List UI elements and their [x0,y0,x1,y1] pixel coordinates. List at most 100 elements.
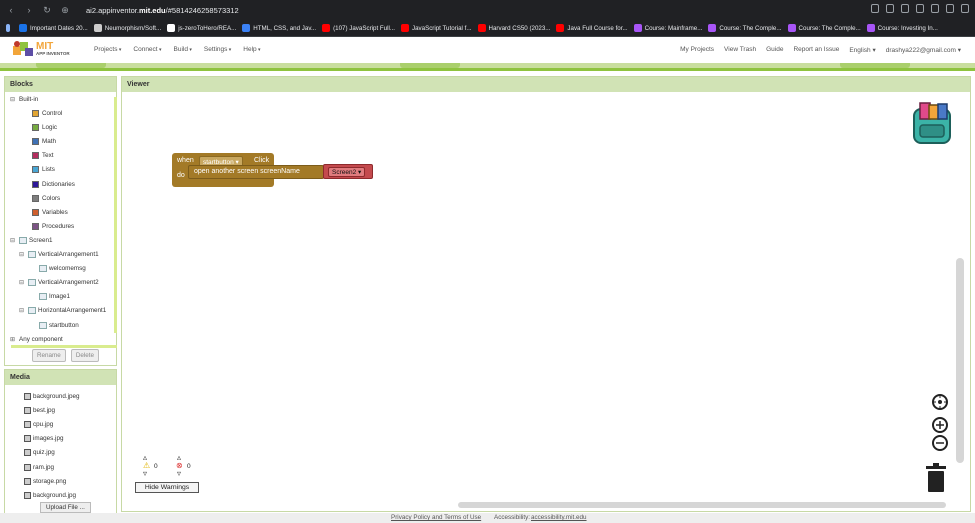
builtin-control[interactable]: Control [32,110,62,117]
warning-down-arrow[interactable]: ▿ [143,469,147,478]
header-link[interactable]: View Trash [724,46,756,54]
bookmark-item[interactable]: js-zeroToHero/REA... [167,24,236,32]
bookmark-item[interactable]: Neumorphism/Soft... [93,24,161,32]
collapse-toggle-icon[interactable]: ⊟ [19,279,24,286]
toolbar-tab[interactable] [400,63,460,68]
delete-button[interactable]: Delete [70,349,100,362]
backpack-icon[interactable] [908,101,958,147]
tree-item-builtin[interactable]: ⊟ Built-in [10,96,38,103]
workspace-horizontal-scrollbar[interactable] [458,502,946,508]
blocks-hscrollbar[interactable] [11,345,117,348]
builtin-logic[interactable]: Logic [32,124,57,132]
expand-toggle-icon[interactable]: ⊞ [10,336,15,343]
tree-item-component[interactable]: welcomemsg [39,265,86,273]
open-screen-block[interactable]: open another screen screenName [188,165,324,179]
image-file-icon [24,477,31,485]
tree-item-component[interactable]: ⊟ HorizontalArrangement1 [19,307,106,315]
builtin-lists[interactable]: Lists [32,166,55,174]
builtin-variables[interactable]: Variables [32,208,68,216]
collapse-toggle-icon[interactable]: ⊟ [19,251,24,258]
menu-build[interactable]: Build [174,46,192,53]
toolbar-tab[interactable] [36,63,106,68]
screen-name-dropdown[interactable]: Screen2 ▾ [328,167,366,177]
site-info-icon[interactable]: ⊕ [58,3,72,17]
zoom-in-icon[interactable] [932,417,948,433]
blocks-workspace[interactable]: when startbutton ▾ Click do open another… [122,93,970,511]
camera-icon[interactable] [886,4,894,13]
bookmark-item[interactable]: Java Full Course for... [556,24,628,32]
profile-icon[interactable] [946,4,954,13]
upload-file-button[interactable]: Upload File ... [40,502,91,513]
extension-icon[interactable] [931,4,939,13]
address-field[interactable]: ai2.appinventor.mit.edu/#581424625857331… [86,6,239,15]
rename-button[interactable]: Rename [32,349,66,362]
menu-settings[interactable]: Settings [204,46,231,53]
media-file-item[interactable]: quiz.jpg [24,449,55,457]
toolbar-tab[interactable] [840,63,910,68]
builtin-dictionaries[interactable]: Dictionaries [32,180,75,188]
tree-item-component[interactable]: Image1 [39,293,70,301]
header-link[interactable]: Report an Issue [793,46,839,54]
header-link[interactable]: Guide [766,46,783,54]
bookmark-item[interactable]: Course: Investing In... [866,24,938,32]
bookmark-item[interactable]: JavaScript Tutorial f... [401,24,472,32]
media-file-item[interactable]: storage.png [24,477,66,485]
tree-item-screen1[interactable]: ⊟ Screen1 [10,237,53,244]
back-icon[interactable]: ‹ [4,3,18,17]
bookmark-item[interactable]: HTML, CSS, and Jav... [242,24,316,32]
header-link[interactable]: My Projects [680,46,714,54]
tree-item-any-component[interactable]: ⊞ Any component [10,336,63,343]
collapse-toggle-icon[interactable]: ⊟ [10,96,15,103]
media-file-item[interactable]: images.jpg [24,435,64,443]
blocks-scrollbar[interactable] [114,97,117,333]
tree-item-component[interactable]: ⊟ VerticalArrangement2 [19,279,99,287]
bookmark-favicon-icon [401,24,410,32]
header-link[interactable]: English ▾ [849,46,875,54]
extension-icon[interactable] [901,4,909,13]
media-file-name: images.jpg [33,435,64,443]
blocks-panel: Blocks ⊟ Built-in Control Logic Math Text List… [4,76,117,366]
apps-grid-icon[interactable] [6,24,13,32]
privacy-link[interactable]: Privacy Policy and Terms of Use [391,514,481,521]
extension-icon[interactable] [916,4,924,13]
accessibility-link[interactable]: accessibility.mit.edu [531,514,587,521]
bookmark-item[interactable]: Harvard CS50 (2023... [477,24,550,32]
forward-icon[interactable]: › [22,3,36,17]
media-file-item[interactable]: best.jpg [24,407,55,415]
hide-warnings-button[interactable]: Hide Warnings [135,482,199,493]
tree-item-component[interactable]: startbutton [39,321,79,329]
media-file-item[interactable]: background.jpeg [24,393,80,400]
builtin-colors[interactable]: Colors [32,194,60,202]
media-file-item[interactable]: background.jpg [24,491,76,499]
screen-name-block[interactable]: Screen2 ▾ [323,164,373,179]
bookmark-item[interactable]: (107) JavaScript Full... [322,24,395,32]
extension-icon[interactable] [871,4,879,13]
app-inventor-logo[interactable]: MIT APP INVENTOR [12,40,70,58]
workspace-vertical-scrollbar[interactable] [956,258,964,463]
collapse-toggle-icon[interactable]: ⊟ [10,237,15,244]
trash-icon[interactable] [924,463,948,493]
bookmark-item[interactable]: Course: The Comple... [787,24,861,32]
bookmark-item[interactable]: Course: Mainframe... [633,24,702,32]
component-icon [39,293,47,301]
media-file-name: quiz.jpg [33,449,55,457]
tree-item-label: Lists [42,166,55,174]
menu-help[interactable]: Help [243,46,260,53]
menu-icon[interactable] [961,4,969,13]
builtin-text[interactable]: Text [32,152,54,160]
menu-connect[interactable]: Connect [133,46,161,53]
menu-projects[interactable]: Projects [94,46,121,53]
collapse-toggle-icon[interactable]: ⊟ [19,307,24,314]
bookmark-item[interactable]: Important Dates 20... [19,24,88,32]
recenter-icon[interactable] [932,394,948,410]
header-link[interactable]: drashya222@gmail.com ▾ [886,46,961,54]
media-file-item[interactable]: ram.jpg [24,463,54,471]
reload-icon[interactable]: ↻ [40,3,54,17]
error-down-arrow[interactable]: ▿ [177,469,181,478]
builtin-math[interactable]: Math [32,138,56,146]
zoom-out-icon[interactable] [932,435,948,451]
media-file-item[interactable]: cpu.jpg [24,421,53,429]
builtin-procedures[interactable]: Procedures [32,222,74,230]
tree-item-component[interactable]: ⊟ VerticalArrangement1 [19,251,99,258]
bookmark-item[interactable]: Course: The Comple... [708,24,782,32]
